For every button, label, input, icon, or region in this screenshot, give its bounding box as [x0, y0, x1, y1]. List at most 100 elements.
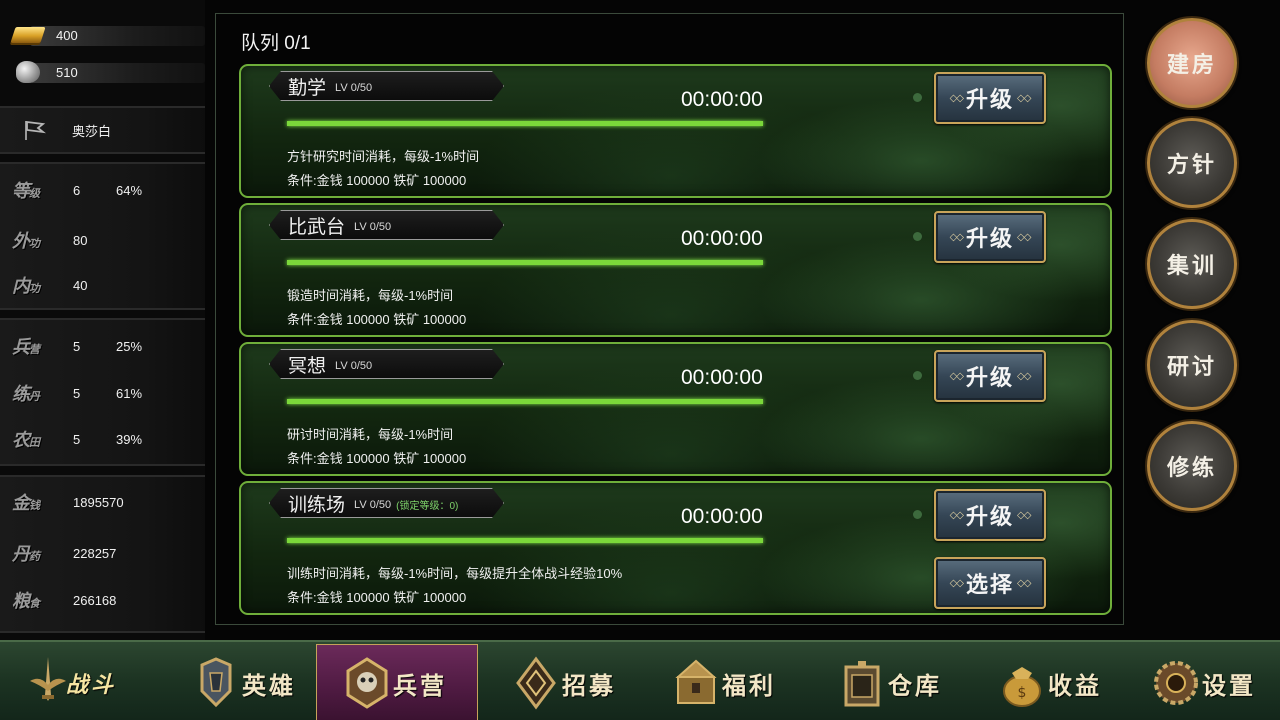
building-timer: 00:00:00 [681, 505, 763, 528]
stat-label-main: 兵 [12, 337, 30, 358]
queue-title: 队列 0/1 [241, 33, 311, 54]
building-level: LV 0/50 [354, 498, 392, 511]
nav-label: 仓库 [888, 670, 942, 700]
building-name-plate: 勤学 LV 0/50 [269, 71, 504, 101]
stat-label: 丹药 [12, 540, 40, 566]
silver-value: 510 [56, 64, 78, 80]
stat-value: 6 [73, 182, 81, 198]
training-button[interactable]: 集训 [1147, 219, 1237, 309]
ornament-left-icon: ◇◇ [949, 231, 964, 243]
nav-tab[interactable]: 招募 [508, 644, 648, 720]
ornament-right-icon: ◇◇ [1017, 577, 1031, 589]
stat-label-sub: 功 [29, 237, 40, 250]
stat-row: 内功 40 [0, 265, 205, 305]
building-description: 研讨时间消耗，每级-1%时间 [287, 427, 454, 442]
nav-tab[interactable]: 兵营 [316, 644, 478, 720]
stat-value: 1895570 [73, 494, 124, 510]
stat-percent: 61% [116, 385, 143, 401]
select-button[interactable]: ◇◇ 选择 ◇◇ [934, 557, 1046, 609]
stat-label-sub: 食 [29, 597, 40, 610]
building-name: 勤学 [288, 77, 327, 99]
building-description: 锻造时间消耗，每级-1%时间 [287, 288, 454, 303]
research-button[interactable]: 研讨 [1147, 320, 1237, 410]
progress-fill [287, 260, 763, 265]
nav-tab[interactable]: 仓库 [834, 644, 974, 720]
stat-value: 80 [73, 232, 88, 248]
silver-resource: 510 [0, 57, 205, 87]
status-dot [913, 232, 922, 241]
stat-label-sub: 钱 [29, 499, 40, 512]
gold-resource: 400 [0, 20, 205, 50]
stat-label: 练丹 [12, 380, 40, 406]
stat-row: 金钱 1895570 [0, 482, 205, 522]
nav-tab[interactable]: 设置 [1148, 644, 1273, 720]
nav-tab[interactable]: 福利 [668, 644, 808, 720]
left-sidebar: 400 510 奥莎白 等级 6 64% 外功 80 内功 40 兵营 5 25% 练丹 5 61% 农… [0, 0, 205, 640]
nav-label: 战斗 [66, 672, 117, 698]
stat-row: 等级 6 64% [0, 170, 205, 210]
stat-label: 内功 [12, 272, 40, 298]
ornament-left-icon: ◇◇ [949, 92, 964, 104]
build-button[interactable]: 建房 [1147, 18, 1237, 108]
nav-label: 兵营 [393, 670, 447, 700]
stat-label-main: 金 [12, 493, 30, 514]
stat-label-sub: 田 [29, 436, 40, 449]
progress-bar [287, 399, 763, 404]
nav-tab[interactable]: $ 收益 [994, 644, 1134, 720]
building-timer: 00:00:00 [681, 88, 763, 111]
policy-button[interactable]: 方针 [1147, 118, 1237, 208]
player-row[interactable]: 奥莎白 [0, 110, 205, 150]
progress-fill [287, 121, 763, 126]
upgrade-button[interactable]: ◇◇ 升级 ◇◇ [934, 72, 1046, 124]
nav-label: 福利 [722, 670, 776, 700]
stat-label-main: 等 [12, 181, 30, 202]
upgrade-label: 升级 [965, 226, 1014, 252]
progress-bar [287, 260, 763, 265]
building-name: 训练场 [288, 494, 346, 516]
building-queue-panel: 队列 0/1 勤学 LV 0/50 00:00:00 方针研究时间消耗，每级-1%时间… [215, 13, 1124, 625]
stat-percent: 39% [116, 431, 143, 447]
gold-ingot-icon [10, 22, 46, 48]
nav-tab[interactable]: 战斗 [20, 644, 160, 720]
stat-label-main: 粮 [12, 591, 30, 612]
player-name: 奥莎白 [72, 123, 112, 139]
building-condition: 条件:金钱 100000 铁矿 100000 [287, 312, 467, 327]
gold-value: 400 [56, 27, 78, 43]
upgrade-button[interactable]: ◇◇ 升级 ◇◇ [934, 350, 1046, 402]
stat-label-main: 农 [12, 430, 30, 451]
upgrade-button[interactable]: ◇◇ 升级 ◇◇ [934, 489, 1046, 541]
stat-value: 266168 [73, 592, 117, 608]
stat-label-main: 内 [12, 276, 30, 297]
ornament-left-icon: ◇◇ [949, 370, 964, 382]
ornament-right-icon: ◇◇ [1017, 509, 1031, 521]
flag-icon [25, 120, 46, 140]
cultivate-button[interactable]: 修练 [1147, 421, 1237, 511]
building-level: LV 0/50 [354, 220, 392, 233]
building-card: 比武台 LV 0/50 00:00:00 锻造时间消耗，每级-1%时间 条件:金钱 10… [239, 203, 1112, 337]
stat-row: 练丹 5 61% [0, 373, 205, 413]
stat-label-sub: 药 [29, 550, 40, 563]
building-timer: 00:00:00 [681, 227, 763, 250]
building-description: 方针研究时间消耗，每级-1%时间 [287, 149, 480, 164]
stat-value: 5 [73, 338, 81, 354]
building-level: LV 0/50 [335, 359, 373, 372]
stat-label: 粮食 [12, 587, 40, 613]
building-name-plate: 冥想 LV 0/50 [269, 349, 504, 379]
upgrade-button[interactable]: ◇◇ 升级 ◇◇ [934, 211, 1046, 263]
ornament-left-icon: ◇◇ [949, 509, 964, 521]
skull-shield-icon [343, 655, 391, 711]
building-name-plate: 比武台 LV 0/50 [269, 210, 504, 240]
building-timer: 00:00:00 [681, 366, 763, 389]
stat-row: 外功 80 [0, 220, 205, 260]
nav-tab[interactable]: 英雄 [188, 644, 308, 720]
building-card: 冥想 LV 0/50 00:00:00 研讨时间消耗，每级-1%时间 条件:金钱 100… [239, 342, 1112, 476]
nav-label: 招募 [562, 670, 616, 700]
stat-label-sub: 丹 [29, 390, 40, 403]
status-dot [913, 371, 922, 380]
building-name: 比武台 [288, 216, 346, 238]
building-description: 训练时间消耗，每级-1%时间，每级提升全体战斗经验10% [287, 566, 623, 581]
money-bag-icon: $ [998, 655, 1046, 711]
building-condition: 条件:金钱 100000 铁矿 100000 [287, 590, 467, 605]
stat-label: 兵营 [12, 333, 40, 359]
building-lock-level: (锁定等级：0) [396, 501, 459, 512]
